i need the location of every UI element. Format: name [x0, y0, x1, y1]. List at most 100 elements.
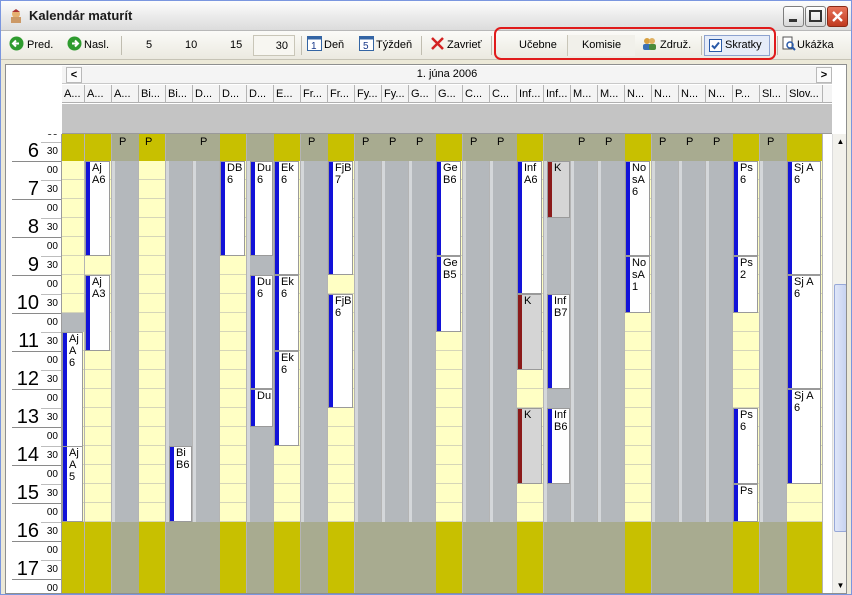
schedule-grid[interactable]: P P P P P P P P P P P P P P P AjA6 AjA3 AjA6 AjA5 BiB6 DB6 Du… — [62, 134, 832, 593]
hour-label: 14 — [16, 444, 39, 466]
exam-event[interactable]: Sj A 6 — [787, 275, 821, 389]
exam-event[interactable]: FjB7 — [328, 161, 353, 275]
column-header[interactable]: Inf... — [544, 85, 571, 103]
column-header[interactable]: A... — [62, 85, 85, 103]
room-column[interactable]: P — [112, 134, 141, 593]
column-header[interactable]: D... — [247, 85, 274, 103]
column-header[interactable]: M... — [571, 85, 598, 103]
exam-event[interactable]: GeB5 — [436, 256, 461, 332]
room-column[interactable]: P — [409, 134, 438, 593]
exam-event[interactable]: Ps — [733, 484, 758, 522]
interval-10-button[interactable]: 10 — [185, 35, 197, 56]
exam-event[interactable]: K — [517, 294, 542, 370]
event-label: Du — [257, 390, 272, 402]
day-view-button[interactable]: Deň — [324, 35, 344, 56]
column-header[interactable]: M... — [598, 85, 625, 103]
exam-event[interactable]: AjA6 — [85, 161, 110, 256]
exam-event[interactable]: FjB6 — [328, 294, 353, 408]
interval-5-button[interactable]: 5 — [146, 35, 152, 56]
room-column[interactable] — [166, 134, 195, 593]
close-button[interactable] — [827, 6, 848, 27]
room-column[interactable]: P — [490, 134, 519, 593]
column-header[interactable]: Inf... — [517, 85, 544, 103]
room-column[interactable]: P — [652, 134, 681, 593]
exam-event[interactable]: Ps6 — [733, 161, 758, 256]
close-view-button[interactable]: Zavrieť — [447, 35, 482, 56]
exam-event[interactable]: K — [547, 161, 570, 218]
exam-event[interactable]: Sj A 6 — [787, 389, 821, 484]
app-window: Kalendár maturít Pred. Nasl. 5 10 15 30 … — [0, 0, 852, 595]
column-header[interactable]: D... — [220, 85, 247, 103]
room-column[interactable]: P — [760, 134, 789, 593]
event-label: Ps6 — [740, 409, 753, 433]
exam-event[interactable]: BiB6 — [169, 446, 192, 522]
next-button[interactable]: Nasl. — [84, 35, 109, 56]
interval-15-button[interactable]: 15 — [230, 35, 242, 56]
room-column[interactable]: P — [679, 134, 708, 593]
exam-event[interactable]: InfB6 — [547, 408, 570, 484]
column-header[interactable]: N... — [706, 85, 733, 103]
column-header[interactable]: G... — [409, 85, 436, 103]
exam-event[interactable]: NosA6 — [625, 161, 650, 256]
maximize-button[interactable] — [805, 6, 826, 27]
preview-button[interactable]: Ukážka — [797, 35, 834, 56]
room-column[interactable]: P — [139, 134, 166, 593]
room-column[interactable]: P — [463, 134, 492, 593]
column-header[interactable]: Fy... — [382, 85, 409, 103]
calendar-view: < 1. júna 2006 > A... A... A... Bi... Bi... D… — [5, 64, 847, 594]
scroll-up-icon[interactable]: ▲ — [834, 135, 846, 148]
scroll-thumb[interactable] — [834, 284, 846, 532]
prev-button[interactable]: Pred. — [27, 35, 53, 56]
room-column[interactable]: P — [382, 134, 411, 593]
vertical-scrollbar[interactable]: ▲ ▼ — [832, 134, 846, 593]
column-header[interactable]: Fy... — [355, 85, 382, 103]
room-column[interactable]: P — [598, 134, 627, 593]
exam-event[interactable]: Du6 — [250, 275, 273, 389]
column-header[interactable]: C... — [490, 85, 517, 103]
hour-line — [12, 351, 61, 352]
column-header[interactable]: P... — [733, 85, 760, 103]
room-column[interactable]: P — [706, 134, 735, 593]
week-view-button[interactable]: Týždeň — [376, 35, 412, 56]
column-header[interactable]: Bi... — [166, 85, 193, 103]
column-header[interactable]: Fr... — [328, 85, 355, 103]
exam-event[interactable]: Ps2 — [733, 256, 758, 313]
exam-event[interactable]: K — [517, 408, 542, 484]
exam-event[interactable]: InfB7 — [547, 294, 570, 389]
column-header[interactable]: Fr... — [301, 85, 328, 103]
column-header[interactable]: D... — [193, 85, 220, 103]
exam-event[interactable]: AjA3 — [85, 275, 110, 351]
room-column[interactable]: P — [193, 134, 222, 593]
column-header[interactable]: A... — [85, 85, 112, 103]
exam-event[interactable]: GeB6 — [436, 161, 461, 256]
interval-30-button[interactable]: 30 — [253, 35, 295, 56]
room-column[interactable]: P — [355, 134, 384, 593]
minimize-button[interactable] — [783, 6, 804, 27]
exam-event[interactable]: Ek6 — [274, 161, 299, 275]
column-header[interactable]: N... — [625, 85, 652, 103]
column-header[interactable]: A... — [112, 85, 139, 103]
column-header[interactable]: E... — [274, 85, 301, 103]
column-header[interactable]: Sl... — [760, 85, 787, 103]
column-header[interactable]: C... — [463, 85, 490, 103]
event-status-bar — [275, 352, 279, 445]
room-column[interactable]: P — [301, 134, 330, 593]
exam-event[interactable]: InfA6 — [517, 161, 542, 294]
exam-event[interactable]: Ps6 — [733, 408, 758, 484]
column-header[interactable]: Slov... — [787, 85, 823, 103]
scroll-down-icon[interactable]: ▼ — [834, 579, 846, 592]
exam-event[interactable]: AjA5 — [62, 446, 83, 522]
exam-event[interactable]: Du6 — [250, 161, 273, 256]
exam-event[interactable]: Ek6 — [274, 275, 299, 351]
next-date-button[interactable]: > — [816, 67, 832, 83]
exam-event[interactable]: Du — [250, 389, 273, 427]
exam-event[interactable]: Ek6 — [274, 351, 299, 446]
exam-event[interactable]: Sj A 6 — [787, 161, 821, 275]
column-header[interactable]: N... — [679, 85, 706, 103]
column-header[interactable]: Bi... — [139, 85, 166, 103]
column-header[interactable]: G... — [436, 85, 463, 103]
exam-event[interactable]: DB6 — [220, 161, 245, 256]
column-header[interactable]: N... — [652, 85, 679, 103]
exam-event[interactable]: NosA1 — [625, 256, 650, 313]
room-column[interactable]: P — [571, 134, 600, 593]
